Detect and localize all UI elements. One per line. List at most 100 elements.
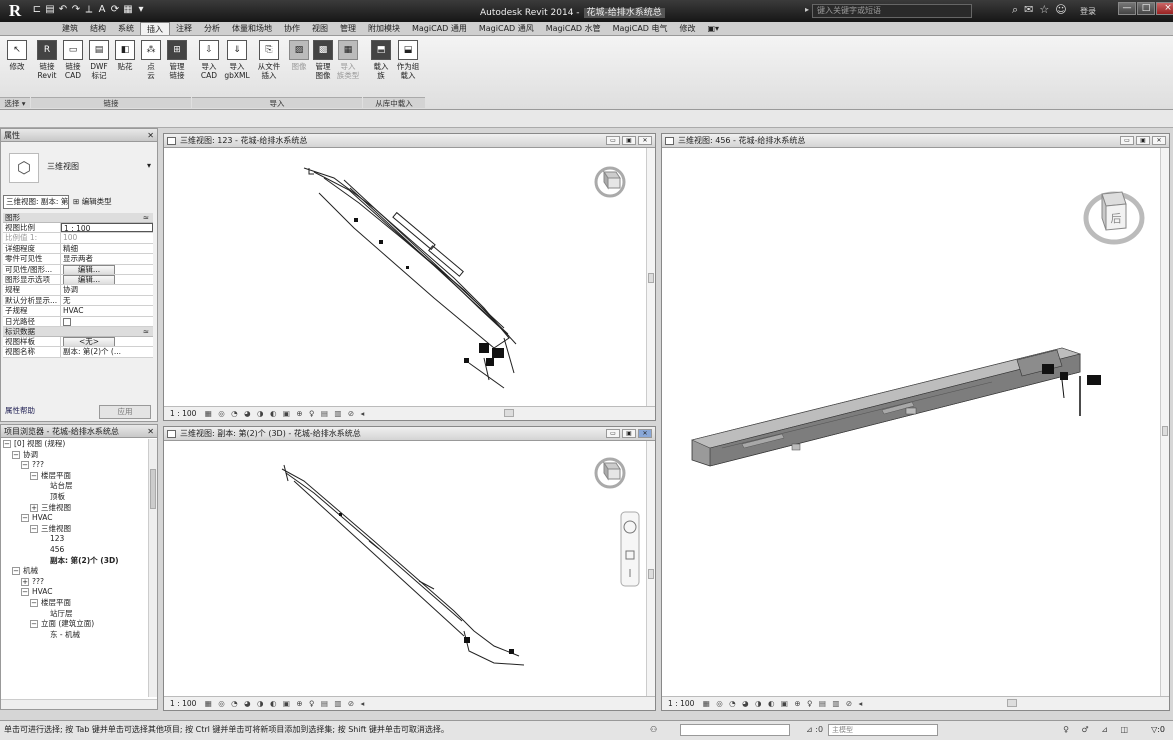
ribbon-tab-11[interactable]: MagiCAD 通用 <box>406 22 473 35</box>
ribbon-tab-10[interactable]: 附加模块 <box>362 22 406 35</box>
save-icon[interactable]: ▤ <box>45 4 55 18</box>
navigation-bar[interactable] <box>620 511 640 587</box>
view-scale[interactable]: 1 : 100 <box>170 409 196 418</box>
tree-node[interactable]: 站厅层 <box>1 609 149 620</box>
import-family-types-button[interactable]: ▦ 导入 族类型 <box>334 40 362 80</box>
view-control-icons[interactable]: ▦ ◎ ◔ ◕ ◑ ◐ ▣ ⊕ ♀ ▤ ▥ ⊘ ◂ <box>703 699 865 708</box>
instance-select[interactable]: 三维视图: 副本: 第(2 <box>3 195 69 209</box>
collapse-icon[interactable]: − <box>30 471 38 480</box>
select-group-label[interactable]: 选择 ▾ <box>0 97 30 108</box>
property-edit-button[interactable]: <无> <box>63 336 115 347</box>
link-cad-button[interactable]: ▭ 链接 CAD <box>60 40 86 80</box>
ribbon-tab-2[interactable]: 系统 <box>112 22 140 35</box>
ribbon-tab-4[interactable]: 注释 <box>170 22 198 35</box>
view-window-456[interactable]: 三维视图: 456 - 花城-给排水系统总 ▭ ▣ ✕ 后 1 : 100 ▦ ◎ … <box>661 133 1170 711</box>
dropdown-icon[interactable]: ▾ <box>136 4 146 18</box>
open-icon[interactable]: ⊏ <box>32 4 42 18</box>
load-as-group-button[interactable]: ⬓ 作为组 载入 <box>394 40 422 80</box>
tree-node[interactable]: − 协调 <box>1 450 149 461</box>
manage-images-button[interactable]: ▩ 管理 图像 <box>310 40 336 80</box>
minimize-view-button[interactable]: ▭ <box>1120 136 1134 145</box>
collapse-icon[interactable]: − <box>21 461 29 470</box>
tree-node[interactable]: + 三维视图 <box>1 503 149 514</box>
minimize-button[interactable]: — <box>1118 2 1136 15</box>
tree-node[interactable]: 副本: 第(2)个 (3D) <box>1 556 149 567</box>
restore-view-button[interactable]: ▣ <box>622 429 636 438</box>
binoculars-icon[interactable]: ⌕ <box>1012 3 1018 17</box>
section-graphics[interactable]: 图形 ≈ <box>3 213 153 223</box>
view-scrollbar[interactable] <box>646 441 655 696</box>
view-scale[interactable]: 1 : 100 <box>668 699 694 708</box>
ribbon-tab-14[interactable]: MagiCAD 电气 <box>607 22 674 35</box>
ribbon-tab-6[interactable]: 体量和场地 <box>226 22 278 35</box>
browser-hscrollbar[interactable] <box>1 699 157 709</box>
collapse-icon[interactable]: ≈ <box>143 213 149 223</box>
favorites-icon[interactable]: ☆ <box>1039 3 1049 17</box>
dwf-markup-button[interactable]: ▤ DWF 标记 <box>86 40 112 80</box>
close-button[interactable]: × <box>1156 2 1173 15</box>
view-control-icons[interactable]: ▦ ◎ ◔ ◕ ◑ ◐ ▣ ⊕ ♀ ▤ ▥ ⊘ ◂ <box>205 699 367 708</box>
revit-logo-icon[interactable]: R <box>2 1 28 21</box>
pipe-model-drawing[interactable] <box>164 441 647 697</box>
load-family-button[interactable]: ⬒ 载入 族 <box>368 40 394 80</box>
viewcube-icon[interactable] <box>592 453 628 489</box>
browser-scrollbar[interactable] <box>148 439 157 697</box>
view-scale[interactable]: 1 : 100 <box>170 699 196 708</box>
ribbon-tab-13[interactable]: MagiCAD 水管 <box>540 22 607 35</box>
import-gbxml-button[interactable]: ⇓ 导入 gbXML <box>224 40 250 80</box>
ribbon-tab-9[interactable]: 管理 <box>334 22 362 35</box>
chevron-down-icon[interactable]: ▾ <box>147 161 151 170</box>
sync-icon[interactable]: ⟳ <box>110 4 120 18</box>
ribbon-tab-3[interactable]: 插入 <box>140 22 170 35</box>
expand-icon[interactable]: + <box>30 503 38 512</box>
property-value[interactable]: 编辑... <box>61 274 153 285</box>
property-value[interactable]: 1 : 100 <box>61 223 153 233</box>
tree-node[interactable]: − 楼层平面 <box>1 471 149 482</box>
redo-icon[interactable]: ↷ <box>71 4 81 18</box>
worksharing-icon[interactable]: ⚇ <box>650 721 657 739</box>
image-button[interactable]: ▨ 图像 <box>286 40 312 71</box>
minimize-view-button[interactable]: ▭ <box>606 136 620 145</box>
tree-node[interactable]: −??? <box>1 460 149 471</box>
restore-view-button[interactable]: ▣ <box>622 136 636 145</box>
filter-count[interactable]: ▽:0 <box>1151 721 1165 739</box>
collapse-icon[interactable]: − <box>21 514 29 523</box>
minimize-view-button[interactable]: ▭ <box>606 429 620 438</box>
search-input[interactable]: 键入关键字或短语 <box>812 4 972 18</box>
collapse-icon[interactable]: − <box>12 450 20 459</box>
insert-from-file-button[interactable]: ⎘ 从文件 插入 <box>254 40 284 80</box>
ribbon-tab-8[interactable]: 视图 <box>306 22 334 35</box>
property-edit-button[interactable]: 编辑... <box>63 264 115 274</box>
close-icon[interactable]: ✕ <box>147 129 154 142</box>
tree-node[interactable]: 东 - 机械 <box>1 630 149 641</box>
tree-node[interactable]: − 机械 <box>1 566 149 577</box>
login-link[interactable]: 登录 <box>1080 6 1096 17</box>
ribbon-tab-15[interactable]: 修改 <box>674 22 702 35</box>
ribbon-tab-12[interactable]: MagiCAD 通风 <box>473 22 540 35</box>
close-icon[interactable]: ✕ <box>147 425 154 438</box>
decal-button[interactable]: ◧ 贴花 <box>112 40 138 71</box>
sun-path-checkbox[interactable] <box>63 317 71 326</box>
ribbon-tab-0[interactable]: 建筑 <box>56 22 84 35</box>
collapse-icon[interactable]: ≈ <box>143 327 149 337</box>
collapse-icon[interactable]: − <box>21 588 29 597</box>
ribbon-minimize-icon[interactable]: ▣▾ <box>702 22 726 35</box>
tree-node[interactable]: +??? <box>1 577 149 588</box>
view-hscroll-thumb[interactable] <box>504 409 514 417</box>
view-window-copy[interactable]: 三维视图: 副本: 第(2)个 (3D) - 花城-给排水系统总 ▭ ▣ ✕ 1… <box>163 426 656 711</box>
point-cloud-button[interactable]: ⁂ 点 云 <box>138 40 164 80</box>
tree-node[interactable]: − HVAC <box>1 513 149 524</box>
restore-button[interactable]: □ <box>1137 2 1155 15</box>
tree-node[interactable]: − 楼层平面 <box>1 598 149 609</box>
design-option-combo[interactable]: 主模型 <box>828 724 938 736</box>
type-selector[interactable]: ⬡ 三维视图 ▾ <box>5 147 155 189</box>
tree-node[interactable]: 456 <box>1 545 149 556</box>
property-value[interactable]: 精细 <box>61 244 153 253</box>
link-revit-button[interactable]: R 链接 Revit <box>34 40 60 80</box>
tree-node[interactable]: 站台层 <box>1 481 149 492</box>
ribbon-tab-1[interactable]: 结构 <box>84 22 112 35</box>
viewcube-icon[interactable] <box>592 162 628 198</box>
close-view-button[interactable]: ✕ <box>638 136 652 145</box>
edit-type-button[interactable]: ⊞ 编辑类型 <box>73 196 112 207</box>
selection-icons[interactable]: ♀ ♂ ⊿ ◫ <box>1063 721 1133 739</box>
